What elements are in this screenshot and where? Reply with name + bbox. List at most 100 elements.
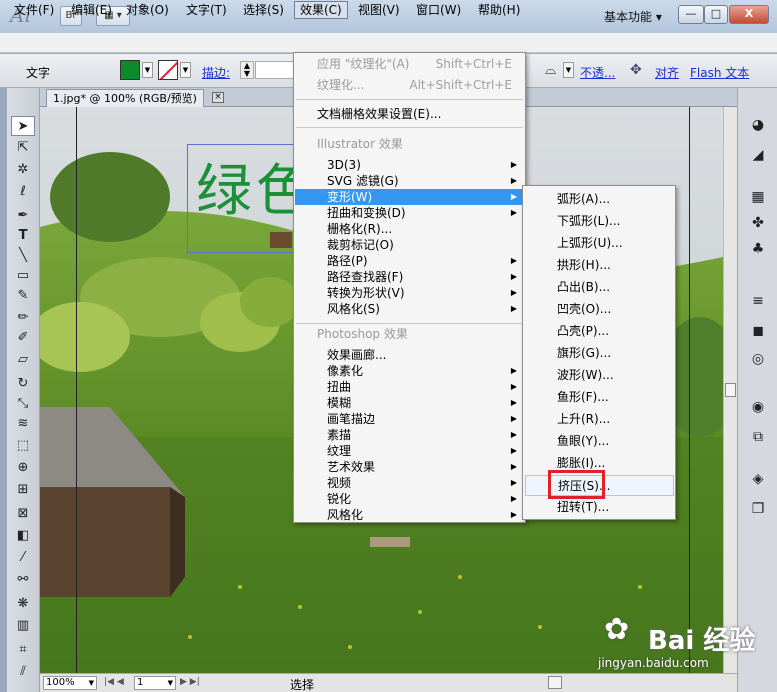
menu-convert-to-shape[interactable]: 转换为形状(V) ▶ bbox=[295, 285, 524, 301]
menu-video[interactable]: 视频 ▶ bbox=[295, 475, 524, 491]
menu-brush-strokes[interactable]: 画笔描边 ▶ bbox=[295, 411, 524, 427]
gradient-panel-icon[interactable]: ◼ bbox=[746, 320, 770, 342]
recolor-icon[interactable]: ✥ bbox=[630, 62, 642, 78]
menu-pathfinder[interactable]: 路径查找器(F) ▶ bbox=[295, 269, 524, 285]
menu-stylize-illustrator[interactable]: 风格化(S) ▶ bbox=[295, 301, 524, 317]
opacity-link[interactable]: 不透... bbox=[580, 64, 615, 81]
shape-builder-tool-icon[interactable]: ⊕ bbox=[11, 458, 35, 478]
stroke-color-swatch[interactable] bbox=[158, 60, 178, 80]
menu-pixelate[interactable]: 像素化 ▶ bbox=[295, 363, 524, 379]
zoom-select[interactable]: 100% ▼ bbox=[43, 676, 97, 690]
menu-type[interactable]: 文字(T) bbox=[180, 1, 233, 19]
rotate-tool-icon[interactable]: ↻ bbox=[11, 374, 35, 394]
symbol-sprayer-tool-icon[interactable]: ❋ bbox=[11, 594, 35, 614]
stroke-panel-icon[interactable]: ≡ bbox=[746, 290, 770, 312]
vertical-scroll-thumb[interactable] bbox=[725, 383, 736, 397]
artboard-number-select[interactable]: 1 ▼ bbox=[134, 676, 176, 690]
menu-warp[interactable]: 变形(W) ▶ bbox=[295, 189, 524, 205]
appearance-panel-icon[interactable]: ◉ bbox=[746, 396, 770, 418]
eraser-tool-icon[interactable]: ▱ bbox=[11, 350, 35, 370]
menu-texture[interactable]: 纹理 ▶ bbox=[295, 443, 524, 459]
menu-distort[interactable]: 扭曲 ▶ bbox=[295, 379, 524, 395]
maximize-button[interactable]: □ bbox=[704, 5, 728, 24]
menu-path[interactable]: 路径(P) ▶ bbox=[295, 253, 524, 269]
column-graph-tool-icon[interactable]: ▥ bbox=[11, 616, 35, 636]
document-tab[interactable]: 1.jpg* @ 100% (RGB/预览) bbox=[46, 89, 204, 107]
menu-file[interactable]: 文件(F) bbox=[8, 1, 60, 19]
menu-raster-settings[interactable]: 文档栅格效果设置(E)... bbox=[295, 106, 524, 122]
stroke-stepper[interactable]: ▲ ▼ bbox=[240, 61, 254, 79]
pencil-tool-icon[interactable]: ✏ bbox=[11, 308, 35, 328]
envelope-icon[interactable]: ⌓ bbox=[545, 62, 556, 78]
brushes-panel-icon[interactable]: ✤ bbox=[746, 212, 770, 234]
tab-close-icon[interactable]: × bbox=[212, 92, 224, 103]
menu-rasterize[interactable]: 栅格化(R)... bbox=[295, 221, 524, 237]
line-tool-icon[interactable]: ╲ bbox=[11, 246, 35, 266]
menu-object[interactable]: 对象(O) bbox=[120, 1, 175, 19]
artboard-tool-icon[interactable]: ⌗ bbox=[11, 640, 35, 660]
free-transform-tool-icon[interactable]: ⬚ bbox=[11, 436, 35, 456]
warp-tool-icon[interactable]: ≋ bbox=[11, 414, 35, 434]
stroke-dropdown[interactable]: ▼ bbox=[180, 62, 191, 78]
color-guide-panel-icon[interactable]: ◢ bbox=[746, 144, 770, 166]
graphic-styles-panel-icon[interactable]: ⧉ bbox=[746, 426, 770, 448]
symbols-panel-icon[interactable]: ♣ bbox=[746, 238, 770, 260]
fill-color-swatch[interactable] bbox=[120, 60, 140, 80]
eyedropper-tool-icon[interactable]: ⁄ bbox=[11, 548, 35, 568]
warp-wave[interactable]: 波形(W)... bbox=[525, 365, 674, 386]
stroke-weight-input[interactable] bbox=[255, 61, 295, 79]
warp-arch[interactable]: 拱形(H)... bbox=[525, 255, 674, 276]
next-artboard-icon[interactable]: ▶ ▶| bbox=[180, 677, 200, 687]
swatches-panel-icon[interactable]: ▦ bbox=[746, 186, 770, 208]
warp-flag[interactable]: 旗形(G)... bbox=[525, 343, 674, 364]
mesh-tool-icon[interactable]: ⊠ bbox=[11, 504, 35, 524]
style-dropdown[interactable]: ▼ bbox=[563, 62, 574, 78]
menu-select[interactable]: 选择(S) bbox=[237, 1, 290, 19]
warp-arc-lower[interactable]: 下弧形(L)... bbox=[525, 211, 674, 232]
magic-wand-tool-icon[interactable]: ✲ bbox=[11, 160, 35, 180]
warp-bulge[interactable]: 凸出(B)... bbox=[525, 277, 674, 298]
menu-help[interactable]: 帮助(H) bbox=[472, 1, 526, 19]
warp-shell-lower[interactable]: 凹壳(O)... bbox=[525, 299, 674, 320]
transparency-panel-icon[interactable]: ◎ bbox=[746, 348, 770, 370]
menu-effect-gallery[interactable]: 效果画廊... bbox=[295, 347, 524, 363]
fill-dropdown[interactable]: ▼ bbox=[142, 62, 153, 78]
scale-tool-icon[interactable]: ⤡ bbox=[11, 394, 35, 414]
horizontal-scroll-thumb[interactable] bbox=[548, 676, 562, 689]
gradient-tool-icon[interactable]: ◧ bbox=[11, 526, 35, 546]
slice-tool-icon[interactable]: ⫽ bbox=[11, 662, 35, 682]
workspace-switcher[interactable]: 基本功能 ▾ bbox=[604, 8, 662, 25]
warp-shell-upper[interactable]: 凸壳(P)... bbox=[525, 321, 674, 342]
menu-window[interactable]: 窗口(W) bbox=[410, 1, 467, 19]
close-button[interactable]: X bbox=[729, 5, 769, 24]
menu-stylize-photoshop[interactable]: 风格化 ▶ bbox=[295, 507, 524, 523]
warp-twist[interactable]: 扭转(T)... bbox=[525, 497, 674, 518]
menu-effect[interactable]: 效果(C) bbox=[294, 1, 348, 19]
blob-brush-tool-icon[interactable]: ✐ bbox=[11, 328, 35, 348]
color-panel-icon[interactable]: ◕ bbox=[746, 114, 770, 136]
menu-sketch[interactable]: 素描 ▶ bbox=[295, 427, 524, 443]
menu-blur[interactable]: 模糊 ▶ bbox=[295, 395, 524, 411]
menu-crop-marks[interactable]: 裁剪标记(O) bbox=[295, 237, 524, 253]
menu-sharpen[interactable]: 锐化 ▶ bbox=[295, 491, 524, 507]
layers-panel-icon[interactable]: ◈ bbox=[746, 468, 770, 490]
menu-artistic[interactable]: 艺术效果 ▶ bbox=[295, 459, 524, 475]
align-link[interactable]: 对齐 bbox=[655, 64, 679, 81]
flash-text-link[interactable]: Flash 文本 bbox=[690, 64, 749, 81]
menu-edit[interactable]: 编辑(E) bbox=[65, 1, 118, 19]
lasso-tool-icon[interactable]: ℓ bbox=[11, 182, 35, 202]
warp-fisheye[interactable]: 鱼眼(Y)... bbox=[525, 431, 674, 452]
menu-3d[interactable]: 3D(3) ▶ bbox=[295, 157, 524, 173]
minimize-button[interactable]: — bbox=[678, 5, 704, 24]
paintbrush-tool-icon[interactable]: ✎ bbox=[11, 286, 35, 306]
warp-arc-upper[interactable]: 上弧形(U)... bbox=[525, 233, 674, 254]
rectangle-tool-icon[interactable]: ▭ bbox=[11, 266, 35, 286]
artboards-panel-icon[interactable]: ❐ bbox=[746, 498, 770, 520]
menu-svg-filters[interactable]: SVG 滤镜(G) ▶ bbox=[295, 173, 524, 189]
pen-tool-icon[interactable]: ✒ bbox=[11, 206, 35, 226]
stroke-link[interactable]: 描边: bbox=[202, 64, 230, 81]
warp-arc[interactable]: 弧形(A)... bbox=[525, 189, 674, 210]
warp-rise[interactable]: 上升(R)... bbox=[525, 409, 674, 430]
first-artboard-icon[interactable]: |◀ ◀ bbox=[104, 677, 124, 687]
warp-fish[interactable]: 鱼形(F)... bbox=[525, 387, 674, 408]
